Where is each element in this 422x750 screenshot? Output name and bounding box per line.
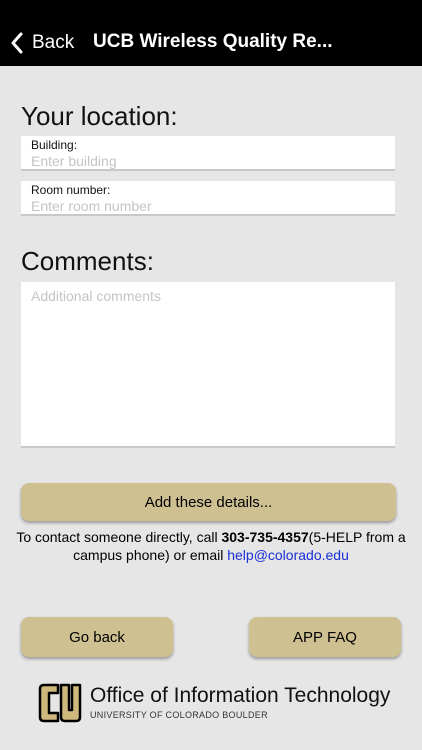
- building-label: Building:: [31, 138, 78, 152]
- go-back-button[interactable]: Go back: [21, 617, 173, 657]
- location-heading: Your location:: [21, 101, 178, 131]
- comments-heading: Comments:: [21, 246, 154, 276]
- comments-textarea[interactable]: [21, 282, 395, 448]
- room-number-label: Room number:: [31, 183, 111, 197]
- email-link[interactable]: help@colorado.edu: [227, 547, 349, 563]
- go-back-label: Go back: [69, 628, 125, 646]
- oit-logo: Office of Information Technology UNIVERS…: [38, 682, 398, 726]
- phone-number: 303-735-4357: [221, 529, 309, 545]
- room-number-field: Room number:: [21, 181, 395, 216]
- back-button[interactable]: Back: [10, 30, 74, 56]
- building-field: Building:: [21, 136, 395, 171]
- page-title: UCB Wireless Quality Re...: [93, 31, 333, 52]
- back-label: Back: [32, 32, 75, 53]
- contact-info: To contact someone directly, call 303-73…: [8, 528, 414, 564]
- room-number-input[interactable]: [31, 197, 381, 215]
- contact-prefix: To contact someone directly, call: [16, 529, 222, 545]
- cu-logo-icon: [38, 683, 82, 723]
- university-name: UNIVERSITY OF COLORADO BOULDER: [90, 710, 268, 720]
- app-faq-button[interactable]: APP FAQ: [249, 617, 401, 657]
- add-details-button[interactable]: Add these details...: [21, 483, 396, 521]
- chevron-left-icon: [11, 32, 23, 54]
- app-faq-label: APP FAQ: [293, 628, 357, 646]
- navigation-bar: Back UCB Wireless Quality Re...: [0, 0, 422, 66]
- add-details-label: Add these details...: [144, 493, 273, 511]
- building-input[interactable]: [31, 152, 381, 170]
- oit-title: Office of Information Technology: [90, 684, 391, 707]
